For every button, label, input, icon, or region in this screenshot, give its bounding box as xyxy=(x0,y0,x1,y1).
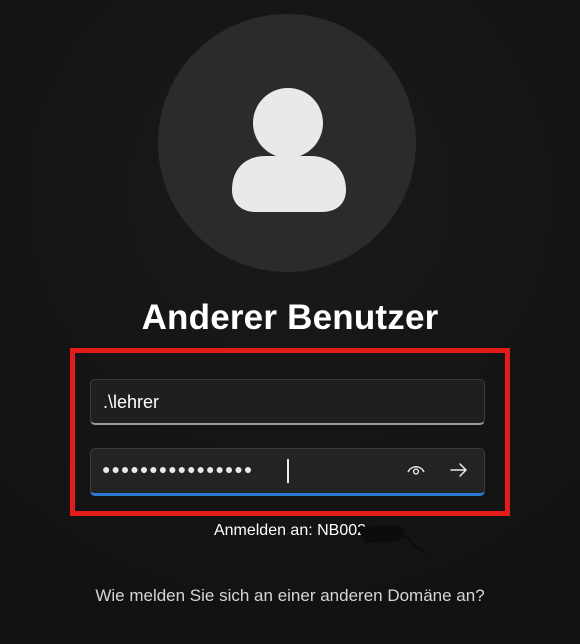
password-mask: ●●●●●●●●●●●●●●●● xyxy=(102,461,254,477)
text-caret xyxy=(287,459,289,483)
user-silhouette-icon xyxy=(232,88,346,212)
redaction-scribble xyxy=(357,525,428,554)
user-name-title: Anderer Benutzer xyxy=(141,298,439,337)
lock-screen: Anderer Benutzer .\lehrer ●●●●●●●●●●●●●●… xyxy=(0,0,580,644)
other-domain-link[interactable]: Wie melden Sie sich an einer anderen Dom… xyxy=(80,584,500,608)
reveal-password-button[interactable] xyxy=(400,453,432,487)
eye-icon xyxy=(407,466,425,475)
arrow-right-icon xyxy=(450,463,467,477)
sign-in-target: Anmelden an: NB002 xyxy=(213,522,367,539)
submit-button[interactable] xyxy=(442,453,476,487)
username-field[interactable]: .\lehrer xyxy=(90,379,485,425)
user-avatar xyxy=(158,14,416,272)
username-value: .\lehrer xyxy=(103,392,160,412)
